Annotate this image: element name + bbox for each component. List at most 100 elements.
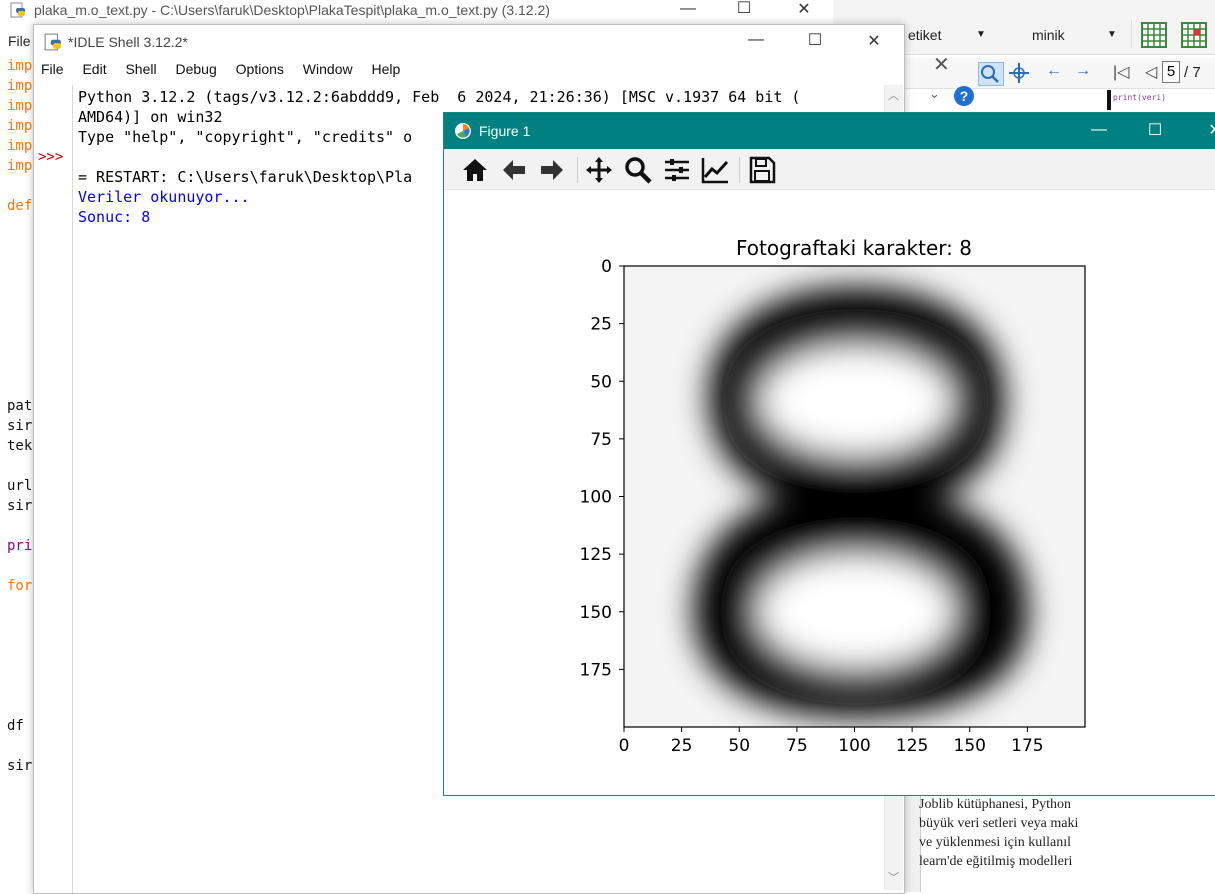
toolbar-separator [1131, 20, 1132, 48]
close-icon[interactable]: ✕ [933, 52, 950, 77]
figure-titlebar[interactable]: Figure 1 — ☐ ✕ [444, 113, 1215, 149]
menu-file[interactable]: File [41, 61, 64, 77]
home-icon[interactable] [460, 155, 490, 185]
idle-minimize-button[interactable]: — [741, 31, 771, 49]
menu-debug[interactable]: Debug [176, 61, 217, 77]
shell-output-line: Sonuc: 8 [78, 208, 151, 226]
shell-output-line: AMD64)] on win32 [78, 108, 223, 126]
first-page-icon[interactable]: |◁ [1113, 62, 1129, 82]
idle-menubar: File Edit Shell Debug Options Window Hel… [41, 61, 415, 83]
pan-icon[interactable] [584, 155, 614, 185]
zoom-tool-icon[interactable] [978, 62, 1004, 86]
x-tick-label: 50 [728, 736, 750, 756]
configure-subplots-icon[interactable] [662, 155, 692, 185]
editor-code-fragment: def [7, 198, 33, 214]
toolbar-separator [577, 157, 578, 183]
zoom-icon[interactable] [623, 155, 653, 185]
chart-figure: Fotograftaki karakter: 8 0 25 50 75 100 125 15… [580, 236, 1086, 756]
y-tick-label: 0 [601, 257, 612, 277]
editor-code-fragment: imp [7, 138, 33, 154]
y-tick-label: 50 [590, 372, 612, 392]
style-dropdown[interactable]: etiket ▼ [908, 27, 994, 53]
document-paragraph: Joblib kütüphanesi, Python büyük veri set… [919, 795, 1215, 871]
menu-help[interactable]: Help [371, 61, 400, 77]
back-arrow-icon[interactable] [499, 155, 529, 185]
editor-menu-file[interactable]: File [8, 33, 31, 49]
idle-titlebar[interactable]: *IDLE Shell 3.12.2* — ☐ ✕ [34, 25, 904, 59]
page-number-input[interactable]: 5 [1162, 61, 1180, 83]
document-line: büyük veri setleri veya maki [919, 816, 1079, 831]
menu-options[interactable]: Options [236, 61, 284, 77]
matplotlib-logo-icon [455, 123, 471, 139]
forward-arrow-icon[interactable]: → [1075, 62, 1091, 80]
editor-code-fragment: for [7, 578, 33, 594]
size-dropdown-value: minik [1032, 27, 1065, 43]
x-tick-label: 125 [896, 736, 928, 756]
editor-title: plaka_m.o_text.py - C:\Users\faruk\Deskt… [34, 2, 550, 18]
size-dropdown[interactable]: minik ▼ [1032, 27, 1122, 53]
x-axis: 0 25 50 75 100 125 150 175 [619, 727, 1044, 756]
toolbar-separator [739, 157, 740, 183]
x-tick-label: 150 [954, 736, 986, 756]
y-tick-label: 25 [590, 315, 612, 335]
editor-code-fragment: imp [7, 78, 33, 94]
editor-code-fragment: imp [7, 118, 33, 134]
y-tick-label: 125 [580, 545, 612, 565]
pan-icon[interactable] [1008, 62, 1030, 84]
help-icon[interactable]: ? [954, 86, 974, 106]
document-line: ve yüklenmesi için kullanıl [919, 835, 1072, 850]
editor-minimize-button[interactable]: — [673, 0, 703, 18]
shell-output-line: Type "help", "copyright", "credits" o [78, 128, 413, 146]
style-dropdown-value: etiket [908, 27, 942, 43]
x-tick-label: 100 [838, 736, 870, 756]
editor-code-fragment: url [7, 478, 33, 494]
y-tick-label: 175 [580, 660, 612, 680]
y-tick-label: 100 [580, 488, 612, 508]
figure-title: Figure 1 [479, 123, 531, 139]
y-tick-label: 75 [590, 430, 612, 450]
document-line: learn'de eğitilmiş modelleri [919, 854, 1073, 869]
table-edit-icon[interactable] [1181, 22, 1207, 48]
shell-prompt-gutter [34, 85, 73, 893]
x-tick-label: 0 [619, 736, 630, 756]
chevron-down-icon[interactable]: ⌄ [929, 86, 940, 102]
figure-minimize-button[interactable]: — [1084, 121, 1114, 139]
menu-edit[interactable]: Edit [82, 61, 106, 77]
forward-arrow-icon[interactable] [537, 155, 567, 185]
menu-shell[interactable]: Shell [125, 61, 156, 77]
scroll-up-icon[interactable]: ︿ [888, 87, 899, 103]
editor-code-fragment: sir [7, 498, 33, 514]
y-axis: 0 25 50 75 100 125 150 175 [580, 257, 624, 680]
shell-output-line: Python 3.12.2 (tags/v3.12.2:6abddd9, Feb… [78, 88, 801, 106]
editor-code-fragment: df [7, 718, 24, 734]
editor-code-fragment: tek [7, 438, 33, 454]
code-snippet: print(veri) [1113, 93, 1166, 102]
edit-axis-icon[interactable] [700, 155, 730, 185]
idle-maximize-button[interactable]: ☐ [800, 30, 830, 50]
editor-code-fragment: imp [7, 158, 33, 174]
chart-title: Fotograftaki karakter: 8 [736, 236, 972, 260]
figure-close-button[interactable]: ✕ [1200, 120, 1215, 140]
shell-prompt: >>> [38, 149, 64, 165]
figure-window: Figure 1 — ☐ ✕ Fotograftaki karakter: 8 … [443, 112, 1215, 796]
x-tick-label: 175 [1011, 736, 1043, 756]
idle-title: *IDLE Shell 3.12.2* [68, 34, 188, 50]
back-arrow-icon[interactable]: ← [1046, 62, 1062, 80]
editor-code-fragment: pat [7, 398, 33, 414]
shell-output-line: = RESTART: C:\Users\faruk\Desktop\Pla [78, 168, 413, 186]
editor-titlebar[interactable]: plaka_m.o_text.py - C:\Users\faruk\Deskt… [0, 0, 833, 22]
python-file-icon [10, 2, 25, 18]
idle-close-button[interactable]: ✕ [859, 31, 889, 51]
save-icon[interactable] [747, 155, 777, 185]
x-tick-label: 25 [671, 736, 693, 756]
previous-page-icon[interactable]: ◁ [1145, 62, 1157, 82]
menu-window[interactable]: Window [303, 61, 353, 77]
scroll-down-icon[interactable]: ﹀ [888, 869, 899, 885]
figure-maximize-button[interactable]: ☐ [1140, 120, 1170, 140]
editor-maximize-button[interactable]: ☐ [729, 0, 759, 18]
text-cursor [1107, 90, 1111, 110]
table-grid-icon[interactable] [1141, 22, 1167, 48]
chevron-down-icon: ▼ [1107, 29, 1117, 40]
y-tick-label: 150 [580, 603, 612, 623]
editor-close-button[interactable]: ✕ [789, 0, 819, 19]
